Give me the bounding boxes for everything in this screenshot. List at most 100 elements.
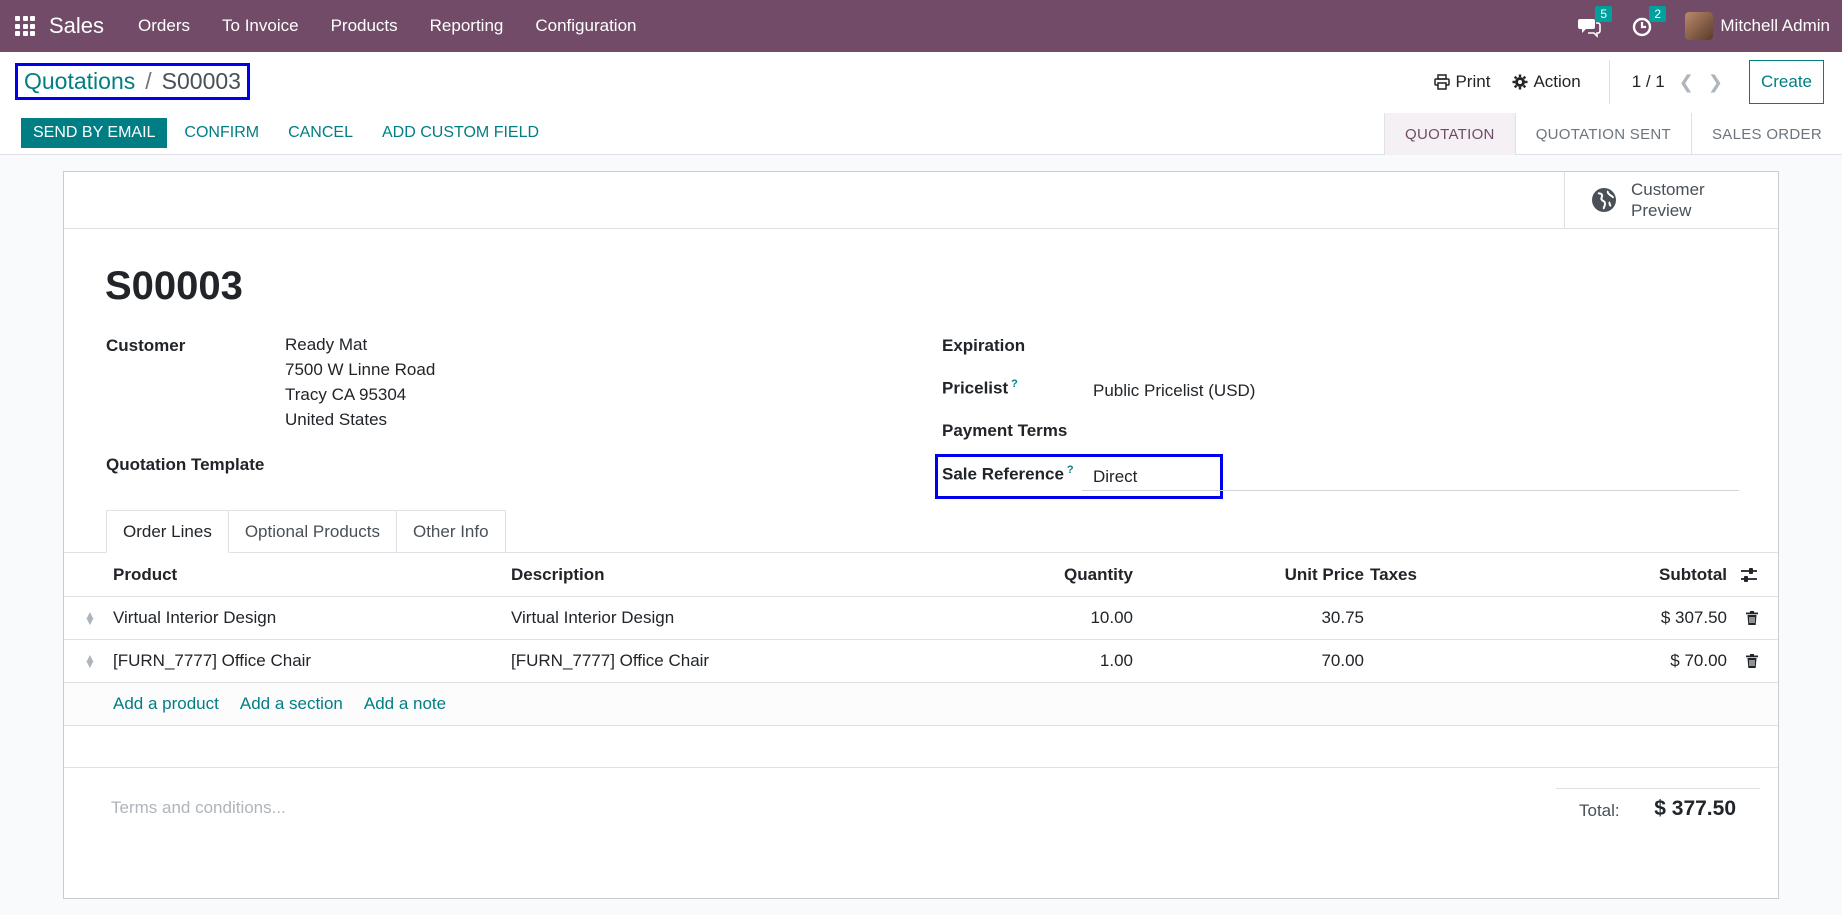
tab-optional-products[interactable]: Optional Products (227, 510, 397, 553)
customer-address-line-2: Tracy CA 95304 (285, 385, 407, 404)
expiration-label: Expiration (942, 336, 1026, 355)
tab-other-info[interactable]: Other Info (395, 510, 506, 553)
customer-preview-button[interactable]: Customer Preview (1564, 172, 1778, 228)
pricelist-field[interactable]: Public Pricelist (USD) (1093, 378, 1255, 403)
pager-previous-icon[interactable]: ❮ (1679, 72, 1694, 93)
notebook-tabs: Order Lines Optional Products Other Info (106, 510, 506, 553)
messages-icon[interactable]: 5 (1577, 6, 1613, 38)
sale-reference-label-text: Sale Reference (942, 464, 1064, 484)
sale-reference-label: Sale Reference? (942, 464, 1074, 485)
row-unit-price[interactable]: 70.00 (1321, 640, 1364, 682)
add-note-link[interactable]: Add a note (364, 694, 446, 714)
print-button[interactable]: Print (1434, 72, 1490, 92)
toolbar-divider (1608, 60, 1610, 104)
empty-row (64, 726, 1778, 768)
form-sheet: Customer Preview S00003 Customer Ready M… (63, 171, 1779, 899)
menu-products[interactable]: Products (315, 16, 414, 36)
activities-clock-icon[interactable]: 2 (1631, 6, 1667, 38)
total-label: Total: (1579, 801, 1620, 820)
send-by-email-button[interactable]: SEND BY EMAIL (21, 118, 168, 148)
total-value: $ 377.50 (1654, 797, 1736, 820)
pager-value[interactable]: 1 / 1 (1632, 72, 1665, 92)
stage-quotation[interactable]: QUOTATION (1385, 113, 1516, 155)
form-action-buttons: SEND BY EMAIL CONFIRM CANCEL ADD CUSTOM … (21, 118, 539, 148)
add-line-links: Add a product Add a section Add a note (113, 683, 467, 725)
control-panel: Quotations / S00003 Print Action 1 / 1 ❮… (0, 52, 1842, 155)
breadcrumb-quotations-link[interactable]: Quotations (24, 68, 135, 95)
action-button[interactable]: Action (1512, 72, 1581, 92)
user-menu[interactable]: Mitchell Admin (1720, 16, 1830, 36)
status-bar: QUOTATION QUOTATION SENT SALES ORDER (1384, 113, 1842, 155)
drag-handle-icon[interactable]: ▲ ▼ (84, 640, 96, 682)
row-quantity[interactable]: 10.00 (1090, 597, 1133, 639)
sale-reference-help-icon[interactable]: ? (1067, 464, 1074, 476)
breadcrumb: Quotations / S00003 (15, 63, 250, 100)
terms-and-conditions-field[interactable]: Terms and conditions... (111, 798, 286, 818)
cancel-button[interactable]: CANCEL (288, 118, 353, 148)
table-row[interactable]: ▲ ▼ Virtual Interior Design Virtual Inter… (64, 597, 1778, 640)
tab-order-lines[interactable]: Order Lines (106, 510, 229, 553)
smart-button-box: Customer Preview (64, 172, 1778, 229)
pricelist-help-icon[interactable]: ? (1011, 378, 1018, 390)
sale-reference-underline (1082, 490, 1739, 491)
row-unit-price[interactable]: 30.75 (1321, 597, 1364, 639)
drag-handle-icon[interactable]: ▲ ▼ (84, 597, 96, 639)
table-row[interactable]: ▲ ▼ [FURN_7777] Office Chair [FURN_7777] … (64, 640, 1778, 683)
record-title: S00003 (105, 264, 243, 308)
header-quantity[interactable]: Quantity (1064, 553, 1133, 596)
menu-orders[interactable]: Orders (122, 16, 206, 36)
customer-field[interactable]: Ready Mat 7500 W Linne Road Tracy CA 953… (285, 332, 435, 432)
create-button[interactable]: Create (1748, 60, 1824, 104)
app-name[interactable]: Sales (49, 13, 104, 39)
row-description[interactable]: [FURN_7777] Office Chair (511, 640, 709, 682)
add-section-link[interactable]: Add a section (240, 694, 343, 714)
add-custom-field-button[interactable]: ADD CUSTOM FIELD (382, 118, 539, 148)
menu-reporting[interactable]: Reporting (414, 16, 520, 36)
row-subtotal: $ 307.50 (1660, 608, 1727, 627)
stage-quotation-sent[interactable]: QUOTATION SENT (1516, 113, 1692, 155)
customer-address-line-1: 7500 W Linne Road (285, 360, 436, 379)
menu-to-invoice[interactable]: To Invoice (206, 16, 315, 36)
apps-menu-icon[interactable] (15, 16, 35, 36)
print-icon (1434, 74, 1451, 90)
pager-next-icon[interactable]: ❯ (1708, 72, 1723, 93)
print-label: Print (1455, 72, 1491, 91)
quotation-template-label: Quotation Template (106, 455, 265, 474)
top-actions: Print Action 1 / 1 ❮ ❯ Create (1434, 60, 1824, 104)
menu-configuration[interactable]: Configuration (519, 16, 652, 36)
header-description[interactable]: Description (511, 553, 605, 596)
stage-sales-order[interactable]: SALES ORDER (1692, 113, 1842, 155)
action-label: Action (1533, 72, 1581, 91)
header-subtotal[interactable]: Subtotal (1659, 553, 1727, 596)
total-divider (1556, 788, 1760, 789)
customer-name: Ready Mat (285, 335, 368, 354)
user-avatar[interactable] (1685, 12, 1714, 40)
add-line-row: Add a product Add a section Add a note (64, 683, 1778, 726)
row-product[interactable]: [FURN_7777] Office Chair (113, 640, 311, 682)
table-header: Product Description Quantity Unit Price … (64, 553, 1778, 597)
header-product[interactable]: Product (113, 553, 177, 596)
confirm-button[interactable]: CONFIRM (184, 118, 259, 148)
optional-columns-sliders-icon[interactable] (1740, 553, 1758, 596)
row-quantity[interactable]: 1.00 (1100, 640, 1133, 682)
add-product-link[interactable]: Add a product (113, 694, 219, 714)
pricelist-label: Pricelist? (942, 378, 1018, 399)
header-taxes[interactable]: Taxes (1370, 553, 1417, 596)
header-unit-price[interactable]: Unit Price (1285, 553, 1364, 596)
gear-icon (1512, 74, 1528, 90)
trash-icon[interactable] (1746, 597, 1758, 639)
sale-reference-field[interactable]: Direct (1093, 464, 1137, 489)
customer-label: Customer (106, 336, 186, 355)
customer-preview-label: Customer Preview (1631, 180, 1705, 220)
row-description[interactable]: Virtual Interior Design (511, 597, 674, 639)
order-lines-table: Product Description Quantity Unit Price … (64, 553, 1778, 768)
activities-count-badge: 2 (1649, 6, 1667, 22)
payment-terms-label: Payment Terms (942, 421, 1068, 440)
row-subtotal: $ 70.00 (1670, 651, 1727, 670)
trash-icon[interactable] (1746, 640, 1758, 682)
messages-count-badge: 5 (1595, 6, 1613, 22)
top-navbar: Sales Orders To Invoice Products Reporti… (0, 0, 1842, 52)
row-product[interactable]: Virtual Interior Design (113, 597, 276, 639)
pricelist-label-text: Pricelist (942, 378, 1009, 398)
customer-address-line-3: United States (285, 410, 388, 429)
